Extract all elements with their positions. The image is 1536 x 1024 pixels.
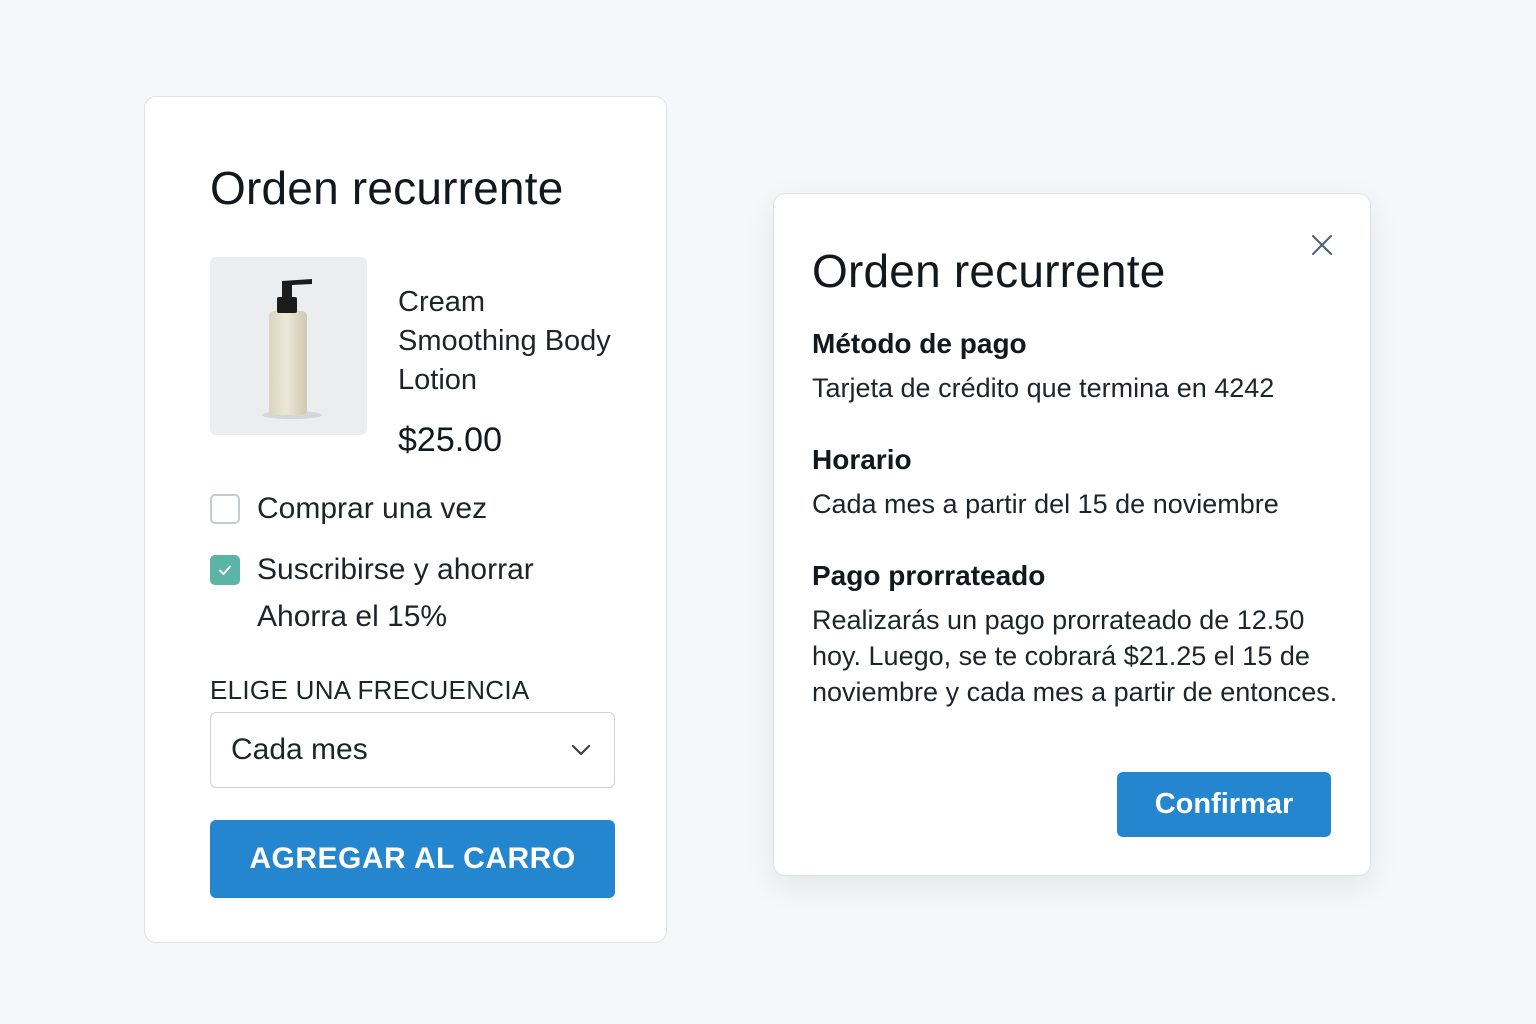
- prorated-payment-heading: Pago prorrateado: [812, 560, 1046, 591]
- buy-once-checkbox[interactable]: [210, 494, 240, 524]
- chevron-down-icon: [571, 744, 591, 756]
- product-price: $25.00: [398, 421, 502, 459]
- subscribe-label: Suscribirse y ahorrar: [257, 553, 534, 586]
- product-card-title: Orden recurrente: [210, 162, 564, 214]
- payment-method-value: Tarjeta de crédito que termina en 4242: [812, 373, 1275, 403]
- dialog-title: Orden recurrente: [812, 245, 1166, 297]
- buy-once-label: Comprar una vez: [257, 492, 488, 525]
- schedule-value: Cada mes a partir del 15 de noviembre: [812, 489, 1279, 519]
- prorated-payment-section: Pago prorrateado Realizarás un pago pror…: [812, 560, 1342, 710]
- product-image: [210, 257, 367, 435]
- check-icon: [219, 565, 231, 575]
- payment-method-heading: Método de pago: [812, 328, 1027, 359]
- prorated-payment-description: Realizarás un pago prorrateado de 12.50 …: [812, 605, 1338, 707]
- product-card: Orden recurrente Cream Smoothing Body Lo…: [144, 96, 667, 943]
- schedule-section: Horario Cada mes a partir del 15 de novi…: [812, 444, 1342, 522]
- close-button[interactable]: [1306, 229, 1338, 261]
- payment-method-section: Método de pago Tarjeta de crédito que te…: [812, 328, 1342, 406]
- add-to-cart-button[interactable]: AGREGAR AL CARRO: [210, 820, 615, 898]
- confirm-dialog: Orden recurrente Método de pago Tarjeta …: [773, 193, 1371, 876]
- close-icon: [1312, 235, 1332, 255]
- savings-note: Ahorra el 15%: [257, 600, 448, 633]
- frequency-label: ELIGE UNA FRECUENCIA: [210, 675, 530, 705]
- frequency-select[interactable]: Cada mes: [210, 712, 615, 788]
- frequency-selected-value: Cada mes: [231, 733, 368, 766]
- option-buy-once[interactable]: Comprar una vez: [210, 492, 487, 526]
- option-subscribe[interactable]: Suscribirse y ahorrar: [210, 553, 534, 587]
- lotion-bottle-icon: [262, 279, 322, 419]
- schedule-heading: Horario: [812, 444, 912, 475]
- confirm-button[interactable]: Confirmar: [1117, 772, 1331, 837]
- subscribe-checkbox[interactable]: [210, 555, 240, 585]
- product-name: Cream Smoothing Body Lotion: [398, 286, 611, 396]
